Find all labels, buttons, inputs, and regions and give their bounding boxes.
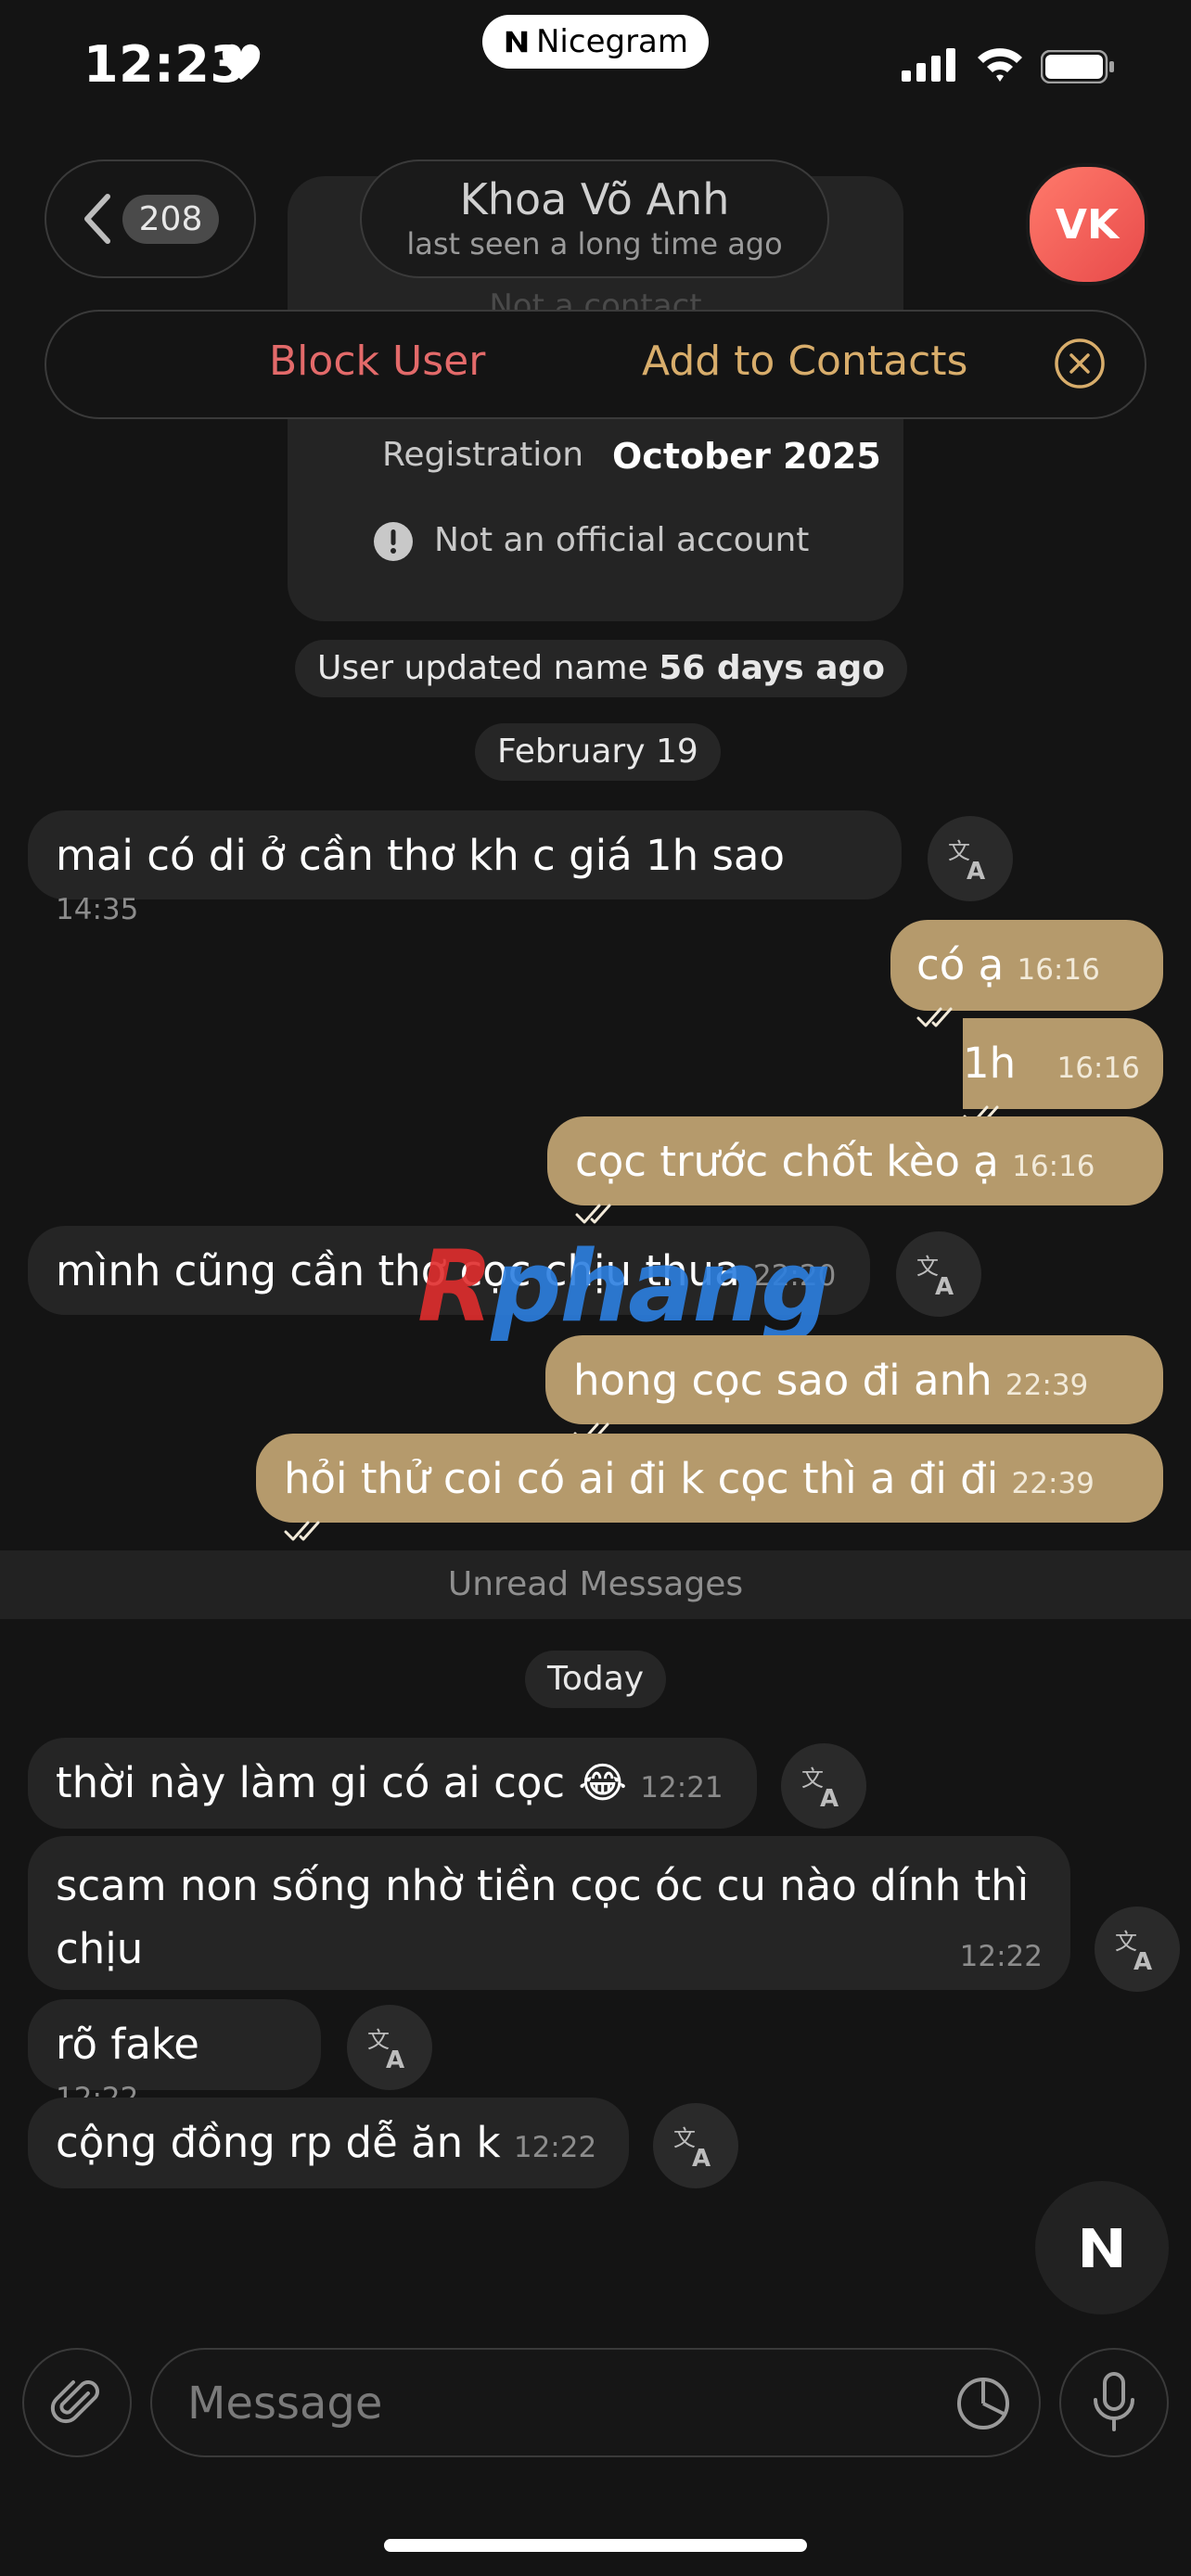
block-user-button[interactable]: Block User — [269, 338, 485, 385]
nicegram-button[interactable] — [1035, 2181, 1169, 2315]
message-outgoing[interactable]: hỏi thử coi có ai đi k cọc thì a đi đi 2… — [256, 1434, 1163, 1541]
date-separator: Today — [525, 1651, 667, 1708]
translate-icon: 文A — [916, 1254, 954, 1298]
message-time: 12:21 — [640, 1771, 724, 1804]
nicegram-icon — [506, 31, 528, 53]
message-text: scam non sống nhờ tiền cọc óc cu nào dín… — [56, 1861, 1030, 1973]
message-time: 16:16 — [1012, 1150, 1095, 1183]
message-time: 22:39 — [1005, 1369, 1089, 1402]
svg-text:A: A — [1133, 1948, 1152, 1973]
name-update-value: 56 days ago — [659, 649, 885, 687]
translate-button[interactable]: 文A — [896, 1231, 981, 1317]
message-time: 16:16 — [1057, 1052, 1140, 1085]
message-input[interactable] — [186, 2370, 931, 2437]
double-check-icon — [284, 1521, 320, 1541]
translate-button[interactable]: 文A — [928, 816, 1013, 901]
svg-text:A: A — [692, 2145, 711, 2170]
message-text: cộng đồng rp dễ ăn k — [56, 2118, 501, 2167]
message-outgoing[interactable]: có ạ 16:16 — [890, 920, 1163, 1027]
message-text: hỏi thử coi có ai đi k cọc thì a đi đi — [284, 1454, 999, 1503]
back-button[interactable]: 208 — [45, 159, 256, 278]
message-outgoing[interactable]: hong cọc sao đi anh 22:39 — [545, 1335, 1163, 1443]
chat-title[interactable]: Khoa Võ Anh last seen a long time ago — [360, 159, 829, 278]
wifi-icon — [978, 48, 1022, 82]
translate-button[interactable]: 文A — [1095, 1906, 1180, 1992]
avatar[interactable]: VK — [1026, 163, 1148, 286]
unread-messages-divider: Unread Messages — [0, 1550, 1191, 1619]
svg-text:A: A — [967, 858, 985, 883]
message-text: hong cọc sao đi anh — [573, 1356, 992, 1405]
home-indicator — [384, 2539, 807, 2552]
battery-icon — [1041, 50, 1114, 83]
message-incoming[interactable]: mai có di ở cần thơ kh c giá 1h sao 14:3… — [28, 810, 902, 926]
double-check-icon — [916, 1007, 953, 1027]
name-update-prefix: User updated name — [317, 649, 648, 687]
official-account-notice: Not an official account — [434, 521, 810, 559]
watermark: Rphang — [417, 1230, 831, 1344]
translate-button[interactable]: 文A — [781, 1743, 866, 1829]
message-incoming[interactable]: rõ fake 12:22 — [28, 1999, 321, 2115]
message-outgoing[interactable]: 1h 16:16 — [963, 1018, 1163, 1126]
translate-icon: 文A — [367, 2027, 404, 2072]
message-text: cọc trước chốt kèo ạ — [575, 1137, 999, 1186]
signal-icon — [902, 48, 955, 82]
contact-action-bar — [45, 310, 1146, 419]
message-time: 12:22 — [513, 2131, 597, 2164]
message-incoming[interactable]: thời này làm gi có ai cọc 😂 12:21 — [28, 1738, 757, 1829]
message-text: thời này làm gi có ai cọc 😂 — [56, 1758, 627, 1807]
attach-button[interactable] — [22, 2348, 132, 2457]
registration-value: October 2025 — [612, 436, 881, 477]
registration-label: Registration — [382, 436, 584, 474]
nicegram-badge[interactable]: Nicegram — [482, 15, 710, 69]
translate-button[interactable]: 文A — [653, 2103, 738, 2188]
add-to-contacts-button[interactable]: Add to Contacts — [642, 338, 967, 385]
contact-name: Khoa Võ Anh — [459, 174, 730, 224]
message-text: 1h — [963, 1039, 1017, 1088]
voice-record-button[interactable] — [1059, 2348, 1169, 2457]
message-time: 14:35 — [56, 893, 139, 926]
message-incoming[interactable]: scam non sống nhờ tiền cọc óc cu nào dín… — [28, 1836, 1070, 1990]
paperclip-icon — [50, 2380, 99, 2424]
svg-text:A: A — [820, 1785, 839, 1810]
microphone-icon — [1094, 2372, 1134, 2431]
close-circle-icon[interactable] — [1054, 338, 1106, 389]
date-separator: February 19 — [475, 723, 721, 781]
message-text: rõ fake — [56, 2020, 199, 2069]
message-text: có ạ — [916, 940, 1005, 989]
sticker-icon[interactable] — [954, 2374, 1013, 2433]
name-update-notice: User updated name 56 days ago — [295, 640, 907, 697]
heart-icon — [222, 44, 261, 80]
double-check-icon — [575, 1204, 611, 1224]
translate-icon: 文A — [673, 2125, 711, 2170]
translate-icon: 文A — [801, 1766, 839, 1810]
unread-count-badge: 208 — [122, 194, 220, 244]
translate-icon: 文A — [948, 838, 985, 883]
translate-button[interactable]: 文A — [347, 2005, 432, 2090]
svg-text:A: A — [386, 2047, 404, 2072]
message-time: 12:22 — [959, 1940, 1043, 1973]
chevron-left-icon — [83, 194, 110, 244]
message-time: 16:16 — [1017, 953, 1100, 987]
message-text: mai có di ở cần thơ kh c giá 1h sao — [56, 831, 786, 880]
nicegram-badge-label: Nicegram — [536, 23, 689, 60]
nicegram-icon — [1082, 2228, 1121, 2267]
message-incoming[interactable]: cộng đồng rp dễ ăn k 12:22 — [28, 2098, 629, 2188]
svg-text:A: A — [935, 1273, 954, 1298]
warning-icon — [374, 522, 413, 561]
translate-icon: 文A — [1115, 1929, 1152, 1973]
message-time: 22:39 — [1011, 1467, 1095, 1500]
message-outgoing[interactable]: cọc trước chốt kèo ạ 16:16 — [547, 1116, 1163, 1224]
last-seen-status: last seen a long time ago — [406, 226, 783, 261]
